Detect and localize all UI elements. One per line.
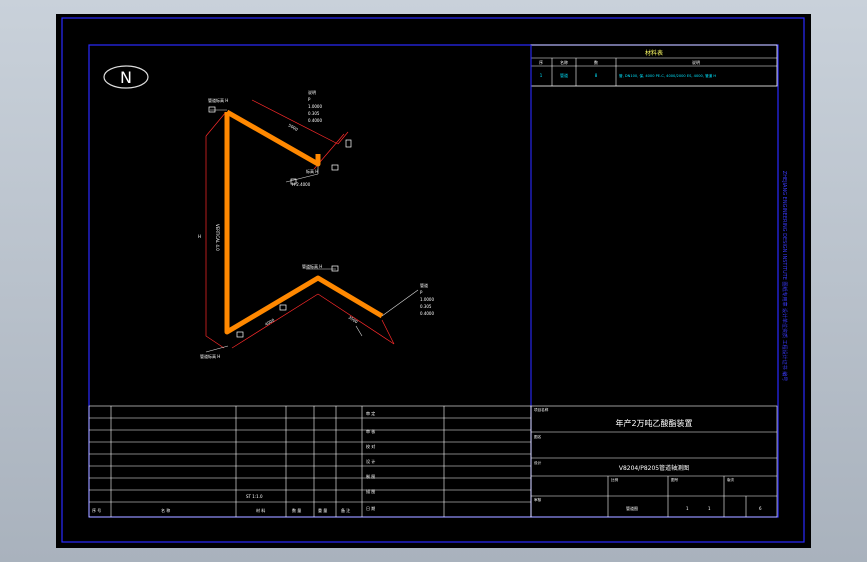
- bottom-col-1: 名 称: [161, 507, 170, 513]
- label-elev-value: H 2.4000: [292, 182, 311, 187]
- annotation-right-4: 0.4000: [420, 311, 434, 316]
- leader-lines: [205, 109, 419, 353]
- dim-bottom: 4000: [264, 317, 276, 327]
- materials-title: 材料表: [645, 49, 663, 57]
- label-mid-bend: 管道标高 H: [302, 263, 322, 269]
- cell-3: 版次: [727, 477, 735, 482]
- side-stamp-text: ZHEJIANG ENGINEERING DESIGN INSTITUTE 图纸…: [781, 171, 788, 381]
- annotation-top-3: 0.305: [308, 111, 320, 116]
- cell-1: 比例: [611, 477, 619, 482]
- row-label-4: 制 图: [366, 473, 375, 479]
- row-label-6: 日 期: [366, 505, 375, 511]
- mat-row-name: 管道: [560, 72, 568, 78]
- annotation-top-2: 1.0000: [308, 104, 322, 109]
- footer-3: 6: [759, 506, 762, 511]
- annotation-right-1: P: [420, 290, 423, 295]
- footer-2: 1: [708, 506, 711, 511]
- bottom-col-2: 材 料: [256, 507, 265, 513]
- mat-row-no: 1: [540, 73, 543, 78]
- annotation-top-4: 0.4000: [308, 118, 322, 123]
- label-bottom-left: 管道标高 H: [200, 353, 220, 359]
- north-arrow-icon: N: [103, 65, 149, 89]
- row-label-0: 审 定: [366, 410, 375, 416]
- pipe-main: [224, 112, 384, 335]
- row-label-3: 设 计: [366, 458, 375, 464]
- pipe-upper-branch: [225, 109, 321, 167]
- bottom-col-5: 备 注: [341, 507, 350, 513]
- row-label-2: 校 对: [366, 443, 375, 449]
- mat-header-no: 序: [539, 59, 543, 65]
- dim-top: 5000: [288, 123, 300, 133]
- dim-right: 3500: [347, 315, 359, 325]
- inner-frame: [88, 44, 779, 518]
- cell-2: 图号: [671, 477, 679, 482]
- dimension-lines: [205, 99, 395, 349]
- mat-header-desc: 说明: [692, 59, 700, 65]
- cell-4: 审核: [534, 497, 542, 502]
- bottom-col-4: 重 量: [318, 507, 327, 513]
- footer-0: 管道图: [626, 505, 638, 511]
- label-elev-mid: 标高 H: [306, 168, 318, 174]
- outer-frame: [61, 17, 805, 543]
- mat-row-desc: 管, DN100, 保, 4000 PE-C, 4000/2000 ES, 40…: [619, 73, 716, 78]
- project-label: 项目名称: [534, 407, 549, 412]
- annotation-top-1: P: [308, 97, 311, 102]
- label-left-mark: H: [198, 234, 201, 239]
- right-block-text: 项目名称 年产2万吨乙酸酯装置 图名 V8204/P8205管道轴测图 设计 比…: [534, 407, 762, 511]
- footer-1: 1: [686, 506, 689, 511]
- bottom-col-3: 数 量: [292, 507, 301, 513]
- label-top-left: 管道标高 H: [208, 97, 228, 103]
- vertical-dim: VERTICAL 4.0: [215, 224, 220, 251]
- north-letter: N: [120, 68, 132, 87]
- left-title-block: [88, 405, 532, 518]
- bottom-col-0: 序 号: [92, 507, 101, 513]
- materials-table: 材料表 序 名称 数 说明 1 管道 8 管, DN100, 保, 4000 P…: [530, 44, 778, 87]
- project-title: 年产2万吨乙酸酯装置: [615, 418, 692, 428]
- cad-drawing: N 材料表 序 名称 数 说明 1 管道 8 管, DN100, 保, 4000…: [61, 17, 805, 543]
- mat-row-qty: 8: [595, 73, 598, 78]
- isometric-piping: 管道标高 H 标高 H H 2.4000 管道标高 H 管道标高 H H 500…: [198, 89, 434, 359]
- cell-0: 设计: [534, 460, 542, 465]
- mat-header-name: 名称: [560, 59, 568, 65]
- drawing-title: V8204/P8205管道轴测图: [619, 464, 689, 472]
- annotation-top-0: 说明: [308, 89, 316, 95]
- drawing-label: 图名: [534, 434, 542, 439]
- annotation-right-2: 1.0000: [420, 297, 434, 302]
- row-label-1: 审 核: [366, 428, 375, 434]
- annotation-right-0: 管道: [420, 282, 428, 288]
- drawing-sheet: N 材料表 序 名称 数 说明 1 管道 8 管, DN100, 保, 4000…: [56, 14, 811, 548]
- left-block-text: 审 定 审 核 校 对 设 计 制 图 描 图 日 期 ST 1:1.0 序 号…: [92, 410, 375, 513]
- row-label-5: 描 图: [366, 488, 375, 494]
- scale-text: ST 1:1.0: [246, 494, 263, 499]
- annotation-right-3: 0.305: [420, 304, 432, 309]
- mat-header-qty: 数: [594, 59, 598, 65]
